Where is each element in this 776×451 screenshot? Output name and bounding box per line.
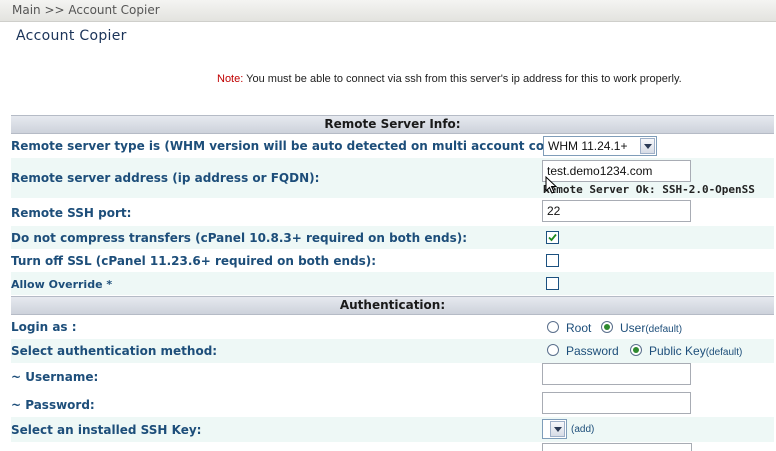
login-root-label: Root <box>566 321 592 335</box>
username-label: ~ Username: <box>11 370 99 384</box>
no-compress-checkbox[interactable] <box>546 231 559 244</box>
row-server-type: Remote server type is (WHM version will … <box>11 134 774 158</box>
row-ssh-port: Remote SSH port: 22 <box>11 198 774 226</box>
section-header-auth: Authentication: <box>11 296 774 315</box>
login-root-radio[interactable] <box>547 321 559 333</box>
note-text: You must be able to connect via ssh from… <box>246 73 682 85</box>
row-password: ~ Password: <box>11 391 774 417</box>
method-password-label: Password <box>566 344 619 358</box>
auth-method-label: Select authentication method: <box>11 344 218 358</box>
server-address-label: Remote server address (ip address or FQD… <box>11 171 320 185</box>
row-ssh-key: Select an installed SSH Key: (add) <box>11 417 774 442</box>
method-password-radio[interactable] <box>547 344 559 356</box>
row-username: ~ Username: <box>11 363 774 391</box>
login-user-label: User(default) <box>620 321 683 335</box>
ssh-port-label: Remote SSH port: <box>11 206 132 220</box>
row-ssl-off: Turn off SSL (cPanel 11.23.6+ required o… <box>11 249 774 272</box>
row-auth-method: Select authentication method: Password P… <box>11 339 774 363</box>
method-pubkey-label: Public Key(default) <box>649 344 743 358</box>
ssl-off-checkbox[interactable] <box>546 254 559 267</box>
row-server-address: Remote server address (ip address or FQD… <box>11 158 774 198</box>
checkmark-icon <box>548 233 557 242</box>
ssh-key-select[interactable] <box>542 419 567 439</box>
mouse-cursor-icon <box>545 176 557 194</box>
method-pubkey-radio[interactable] <box>630 344 642 356</box>
ssh-key-label: Select an installed SSH Key: <box>11 423 202 437</box>
allow-override-label: Allow Override * <box>11 278 113 291</box>
login-as-label: Login as : <box>11 320 77 334</box>
breadcrumb: Main >> Account Copier <box>0 0 776 22</box>
row-allow-override: Allow Override * <box>11 272 774 295</box>
server-status-text: Remote Server Ok: SSH-2.0-OpenSS <box>543 183 755 196</box>
server-type-label: Remote server type is (WHM version will … <box>11 139 583 153</box>
row-login-as: Login as : Root User(default) <box>11 315 774 339</box>
password-input[interactable] <box>542 392 691 414</box>
allow-override-checkbox[interactable] <box>546 277 559 290</box>
no-compress-label: Do not compress transfers (cPanel 10.8.3… <box>11 231 468 245</box>
username-input[interactable] <box>542 363 691 385</box>
page-title: Account Copier <box>16 28 127 44</box>
login-user-radio[interactable] <box>601 321 613 333</box>
breadcrumb-text[interactable]: Main >> Account Copier <box>0 3 160 17</box>
ssl-off-label: Turn off SSL (cPanel 11.23.6+ required o… <box>11 254 377 268</box>
note: Note: You must be able to connect via ss… <box>217 73 682 85</box>
server-type-value: WHM 11.24.1+ <box>548 139 628 153</box>
chevron-down-icon[interactable] <box>640 138 655 154</box>
password-label: ~ Password: <box>11 398 95 412</box>
server-type-select[interactable]: WHM 11.24.1+ <box>543 136 657 156</box>
chevron-down-icon[interactable] <box>550 421 565 437</box>
note-label: Note: <box>217 73 244 85</box>
row-no-compress: Do not compress transfers (cPanel 10.8.3… <box>11 226 774 249</box>
ssh-port-input[interactable]: 22 <box>542 200 691 222</box>
add-ssh-key-link[interactable]: (add) <box>571 424 594 435</box>
section-header-remote: Remote Server Info: <box>11 115 774 134</box>
server-address-input[interactable]: test.demo1234.com <box>542 160 691 182</box>
